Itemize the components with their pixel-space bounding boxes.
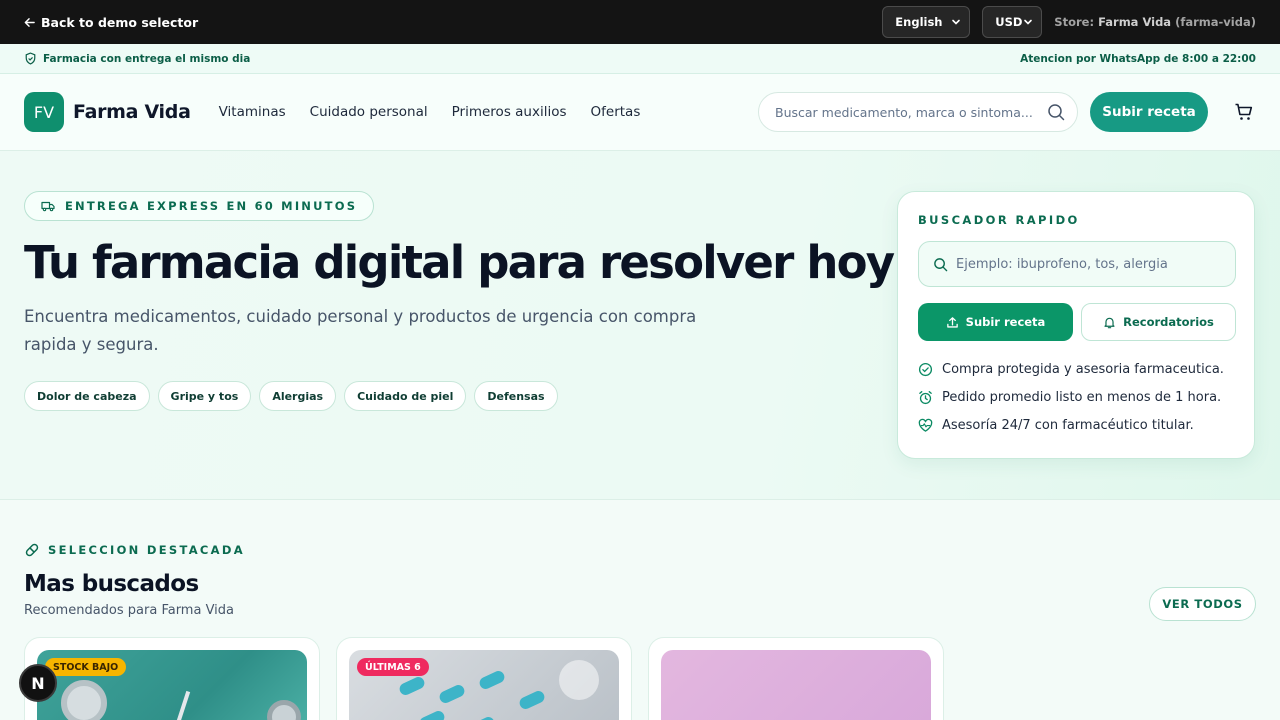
store-info: Store: Farma Vida (farma-vida)	[1054, 15, 1256, 29]
nav-item-cuidado-personal[interactable]: Cuidado personal	[310, 104, 428, 120]
featured-section-subtitle: Recomendados para Farma Vida	[24, 603, 235, 618]
back-link-label: Back to demo selector	[41, 14, 199, 30]
info-strip: Farmacia con entrega el mismo dia Atenci…	[0, 44, 1280, 74]
quick-upload-prescription-button[interactable]: Subir receta	[918, 303, 1073, 341]
capsule-shape	[467, 715, 497, 720]
language-select[interactable]: English	[882, 6, 971, 38]
heart-pulse-icon	[918, 418, 933, 432]
language-value: English	[895, 15, 943, 29]
search-icon	[934, 257, 948, 271]
featured-section-title: Mas buscados	[24, 571, 199, 597]
chevron-down-icon	[952, 19, 961, 25]
capsule-shape	[417, 709, 447, 720]
capsule-shape	[517, 689, 547, 711]
upload-icon	[946, 316, 958, 328]
chip-alergias[interactable]: Alergias	[259, 381, 337, 411]
site-header: FV Farma Vida Vitaminas Cuidado personal…	[0, 74, 1280, 151]
feature-item: Pedido promedio listo en menos de 1 hora…	[918, 390, 1221, 405]
chip-defensas[interactable]: Defensas	[474, 381, 558, 411]
reminders-button[interactable]: Recordatorios	[1081, 303, 1236, 341]
dev-tools-badge[interactable]: N	[19, 664, 57, 702]
featured-section-label: SELECCION DESTACADA	[24, 542, 245, 558]
shield-icon	[25, 52, 36, 65]
truck-icon	[41, 201, 55, 212]
express-delivery-badge: ENTREGA EXPRESS EN 60 MINUTOS	[24, 191, 375, 221]
currency-value: USD	[995, 15, 1023, 29]
stethoscope-shape	[267, 700, 301, 720]
stethoscope-shape	[61, 680, 107, 720]
feature-item: Asesoría 24/7 con farmacéutico titular.	[918, 418, 1194, 433]
hero-subtitle: Encuentra medicamentos, cuidado personal…	[24, 307, 697, 354]
quick-search-input[interactable]: Ejemplo: ibuprofeno, tos, alergia	[918, 241, 1236, 287]
bell-icon	[1104, 317, 1115, 328]
arrow-left-icon	[24, 17, 35, 27]
store-name: Farma Vida	[1098, 15, 1172, 29]
chip-gripe-y-tos[interactable]: Gripe y tos	[157, 381, 252, 411]
product-card[interactable]	[648, 637, 944, 720]
main-nav: Vitaminas Cuidado personal Primeros auxi…	[219, 104, 641, 120]
blister-cell	[559, 660, 599, 700]
quick-search-title: BUSCADOR RAPIDO	[918, 213, 1080, 227]
nav-item-ofertas[interactable]: Ofertas	[591, 104, 641, 120]
symptom-chips: Dolor de cabeza Gripe y tos Alergias Cui…	[24, 381, 558, 411]
pill-icon	[25, 543, 39, 557]
product-image	[661, 650, 931, 720]
nav-item-primeros-auxilios[interactable]: Primeros auxilios	[452, 104, 567, 120]
delivery-notice: Farmacia con entrega el mismo dia	[43, 52, 251, 65]
chevron-down-icon	[1024, 19, 1033, 25]
currency-select[interactable]: USD	[982, 6, 1043, 38]
chip-dolor-de-cabeza[interactable]: Dolor de cabeza	[24, 381, 150, 411]
chip-cuidado-de-piel[interactable]: Cuidado de piel	[344, 381, 467, 411]
cart-icon	[1235, 103, 1253, 120]
check-circle-icon	[918, 362, 933, 377]
feature-item: Compra protegida y asesoria farmaceutica…	[918, 362, 1224, 377]
syringe-shape	[167, 690, 191, 720]
nav-item-vitaminas[interactable]: Vitaminas	[219, 104, 286, 120]
brand-name[interactable]: Farma Vida	[73, 101, 191, 123]
product-card[interactable]	[24, 637, 320, 720]
capsule-shape	[437, 683, 467, 705]
quick-search-placeholder: Ejemplo: ibuprofeno, tos, alergia	[956, 256, 1168, 272]
upload-prescription-button[interactable]: Subir receta	[1090, 92, 1208, 132]
quick-search-card: BUSCADOR RAPIDO Ejemplo: ibuprofeno, tos…	[897, 191, 1255, 459]
whatsapp-hours: Atencion por WhatsApp de 8:00 a 22:00	[1020, 52, 1256, 65]
last-units-badge: ÚLTIMAS 6	[357, 658, 429, 676]
express-badge-label: ENTREGA EXPRESS EN 60 MINUTOS	[65, 199, 358, 213]
demo-topbar: Back to demo selector English USD Store:…	[0, 0, 1280, 44]
see-all-button[interactable]: VER TODOS	[1149, 587, 1256, 621]
hero-title: Tu farmacia digital para resolver hoy	[24, 236, 895, 289]
capsule-shape	[477, 669, 507, 691]
low-stock-badge: STOCK BAJO	[45, 658, 127, 676]
search-icon[interactable]	[1047, 103, 1065, 121]
store-slug: (farma-vida)	[1175, 15, 1256, 29]
logo-mark[interactable]: FV	[24, 92, 64, 132]
hero-section: ENTREGA EXPRESS EN 60 MINUTOS Tu farmaci…	[0, 151, 1280, 500]
capsule-shape	[397, 675, 427, 697]
product-card[interactable]	[336, 637, 632, 720]
search-input[interactable]: Buscar medicamento, marca o sintoma...	[758, 92, 1078, 132]
cart-button[interactable]	[1232, 100, 1256, 124]
alarm-clock-icon	[919, 391, 932, 405]
search-placeholder: Buscar medicamento, marca o sintoma...	[775, 104, 1033, 120]
back-to-demo-link[interactable]: Back to demo selector	[24, 15, 198, 30]
